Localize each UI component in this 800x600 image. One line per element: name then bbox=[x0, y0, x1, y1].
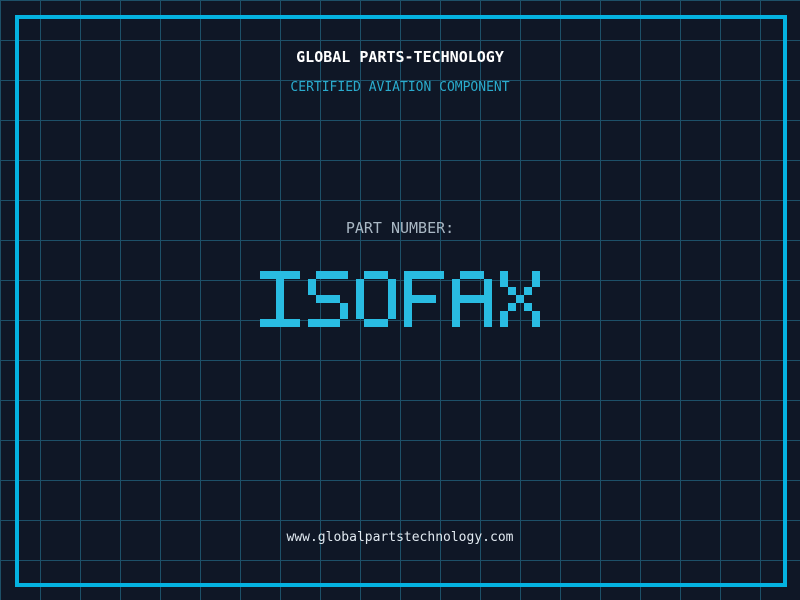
company-name: GLOBAL PARTS-TECHNOLOGY bbox=[296, 48, 504, 66]
certification-tagline: CERTIFIED AVIATION COMPONENT bbox=[290, 80, 510, 95]
part-number-value bbox=[0, 271, 800, 327]
website-url: www.globalpartstechnology.com bbox=[286, 530, 514, 545]
part-number-label: PART NUMBER: bbox=[345, 219, 455, 237]
certificate-page: GLOBAL PARTS-TECHNOLOGY CERTIFIED AVIATI… bbox=[0, 0, 800, 600]
